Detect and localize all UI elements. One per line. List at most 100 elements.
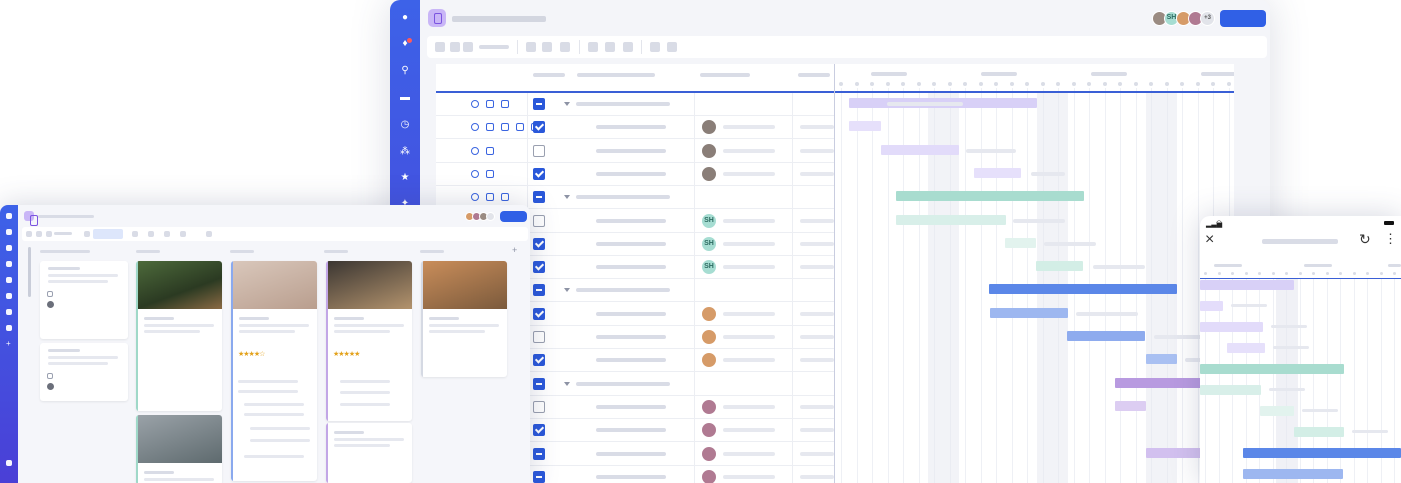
search-icon[interactable]: ⚲: [399, 65, 411, 77]
row-checkbox[interactable]: [533, 121, 545, 134]
folder-icon[interactable]: ▬: [399, 92, 411, 104]
star-icon[interactable]: ★: [399, 172, 411, 184]
row-checkbox[interactable]: [533, 144, 545, 157]
briefcase-icon[interactable]: [501, 123, 509, 132]
gantt-bar[interactable]: [1200, 322, 1263, 332]
comment-icon[interactable]: [486, 100, 494, 108]
assignee-avatar[interactable]: SH: [701, 259, 717, 276]
gantt-bar[interactable]: [1200, 364, 1344, 374]
board-card[interactable]: [326, 423, 412, 483]
toolbar-back-button[interactable]: [26, 231, 32, 237]
home-icon[interactable]: [6, 213, 12, 219]
more-menu-icon[interactable]: ⋮: [1384, 231, 1397, 247]
gantt-bar[interactable]: [896, 191, 1084, 202]
comment-icon[interactable]: [486, 193, 494, 202]
at-icon[interactable]: [471, 123, 479, 132]
gantt-bar[interactable]: [849, 121, 881, 132]
at-icon[interactable]: [471, 169, 479, 178]
row-checkbox[interactable]: [533, 377, 545, 390]
apps-grid-icon[interactable]: [6, 460, 12, 466]
toolbar-zoom-out-button[interactable]: [667, 42, 677, 52]
assignee-avatar[interactable]: SH: [701, 212, 717, 229]
card-assignee-avatar[interactable]: [47, 301, 54, 308]
share-button[interactable]: [500, 211, 527, 222]
board-card[interactable]: [40, 261, 128, 339]
row-checkbox[interactable]: [533, 470, 545, 483]
gantt-bar[interactable]: [881, 144, 959, 155]
board-scrollbar[interactable]: [28, 247, 31, 297]
row-checkbox[interactable]: [533, 447, 545, 460]
gantt-bar[interactable]: [1200, 385, 1261, 395]
gantt-bar[interactable]: [1036, 261, 1083, 272]
gantt-bar[interactable]: [1243, 469, 1343, 479]
toolbar-zoom-in-button[interactable]: [650, 42, 660, 52]
gantt-bar[interactable]: [1227, 343, 1265, 353]
toolbar-group-button[interactable]: [148, 231, 154, 237]
assignee-avatar[interactable]: [701, 468, 717, 483]
assignee-avatar[interactable]: SH: [701, 235, 717, 252]
gantt-bar[interactable]: [1115, 400, 1146, 411]
people-icon[interactable]: ⁂: [399, 146, 411, 158]
row-checkbox[interactable]: [533, 400, 545, 413]
card-checkbox[interactable]: [47, 291, 53, 297]
assignee-avatar[interactable]: [701, 165, 717, 182]
gantt-bar[interactable]: [989, 284, 1177, 295]
toolbar-view-button[interactable]: [46, 231, 52, 237]
toolbar-back-button[interactable]: [435, 42, 445, 52]
gantt-bar[interactable]: [1146, 354, 1177, 365]
gantt-bar[interactable]: [1294, 427, 1344, 437]
toolbar-outdent-button[interactable]: [605, 42, 615, 52]
star-icon[interactable]: [6, 309, 12, 315]
row-checkbox[interactable]: [533, 307, 545, 320]
at-icon[interactable]: [471, 100, 479, 108]
clock-icon[interactable]: [6, 277, 12, 283]
toolbar-board-view-toggle[interactable]: [93, 229, 123, 239]
toolbar-indent-button[interactable]: [588, 42, 598, 52]
row-checkbox[interactable]: [533, 284, 545, 297]
toolbar-filter-button[interactable]: [526, 42, 536, 52]
comment-icon[interactable]: [486, 169, 494, 178]
chevron-down-icon[interactable]: [564, 195, 570, 200]
notification-bell-icon[interactable]: [6, 229, 12, 235]
row-checkbox[interactable]: [533, 424, 545, 437]
toolbar-link-button[interactable]: [623, 42, 633, 52]
at-icon[interactable]: [471, 146, 479, 155]
assignee-avatar[interactable]: [701, 329, 717, 345]
gantt-bar[interactable]: [896, 214, 1006, 225]
integrations-icon[interactable]: [6, 325, 12, 331]
close-icon[interactable]: ×: [1205, 231, 1214, 249]
card-checkbox[interactable]: [47, 373, 53, 379]
briefcase-icon[interactable]: [516, 123, 524, 132]
add-column-icon[interactable]: +: [512, 245, 517, 255]
toolbar-filter-button[interactable]: [84, 231, 90, 237]
people-icon[interactable]: [6, 293, 12, 299]
gantt-bar[interactable]: [1005, 237, 1036, 248]
assignee-avatar[interactable]: [701, 142, 717, 159]
assignee-avatar[interactable]: [701, 398, 717, 415]
add-icon[interactable]: +: [6, 340, 12, 348]
gantt-bar[interactable]: [1243, 448, 1401, 458]
gantt-bar[interactable]: [1200, 280, 1294, 290]
toolbar-sort-button[interactable]: [542, 42, 552, 52]
chevron-down-icon[interactable]: [564, 381, 570, 386]
avatar-overflow-count[interactable]: +3: [1200, 11, 1215, 26]
toolbar-forward-button[interactable]: [36, 231, 42, 237]
refresh-icon[interactable]: ↻: [1359, 231, 1371, 248]
board-card[interactable]: [231, 261, 317, 481]
toolbar-indent-button[interactable]: [164, 231, 170, 237]
gantt-bar[interactable]: [1146, 447, 1208, 458]
toolbar-outdent-button[interactable]: [180, 231, 186, 237]
briefcase-icon[interactable]: [501, 193, 509, 202]
briefcase-icon[interactable]: [501, 100, 509, 108]
board-card[interactable]: [326, 261, 412, 421]
clock-icon[interactable]: ◷: [399, 119, 411, 131]
avatar-overflow-count[interactable]: [486, 212, 495, 221]
assignee-avatar[interactable]: [701, 422, 717, 439]
gantt-bar[interactable]: [1260, 406, 1294, 416]
board-card[interactable]: [421, 261, 507, 377]
assignee-avatar[interactable]: [701, 305, 717, 322]
comment-icon[interactable]: [486, 146, 494, 155]
toolbar-forward-button[interactable]: [450, 42, 460, 52]
search-icon[interactable]: [6, 245, 12, 251]
gantt-bar[interactable]: [1067, 331, 1145, 341]
